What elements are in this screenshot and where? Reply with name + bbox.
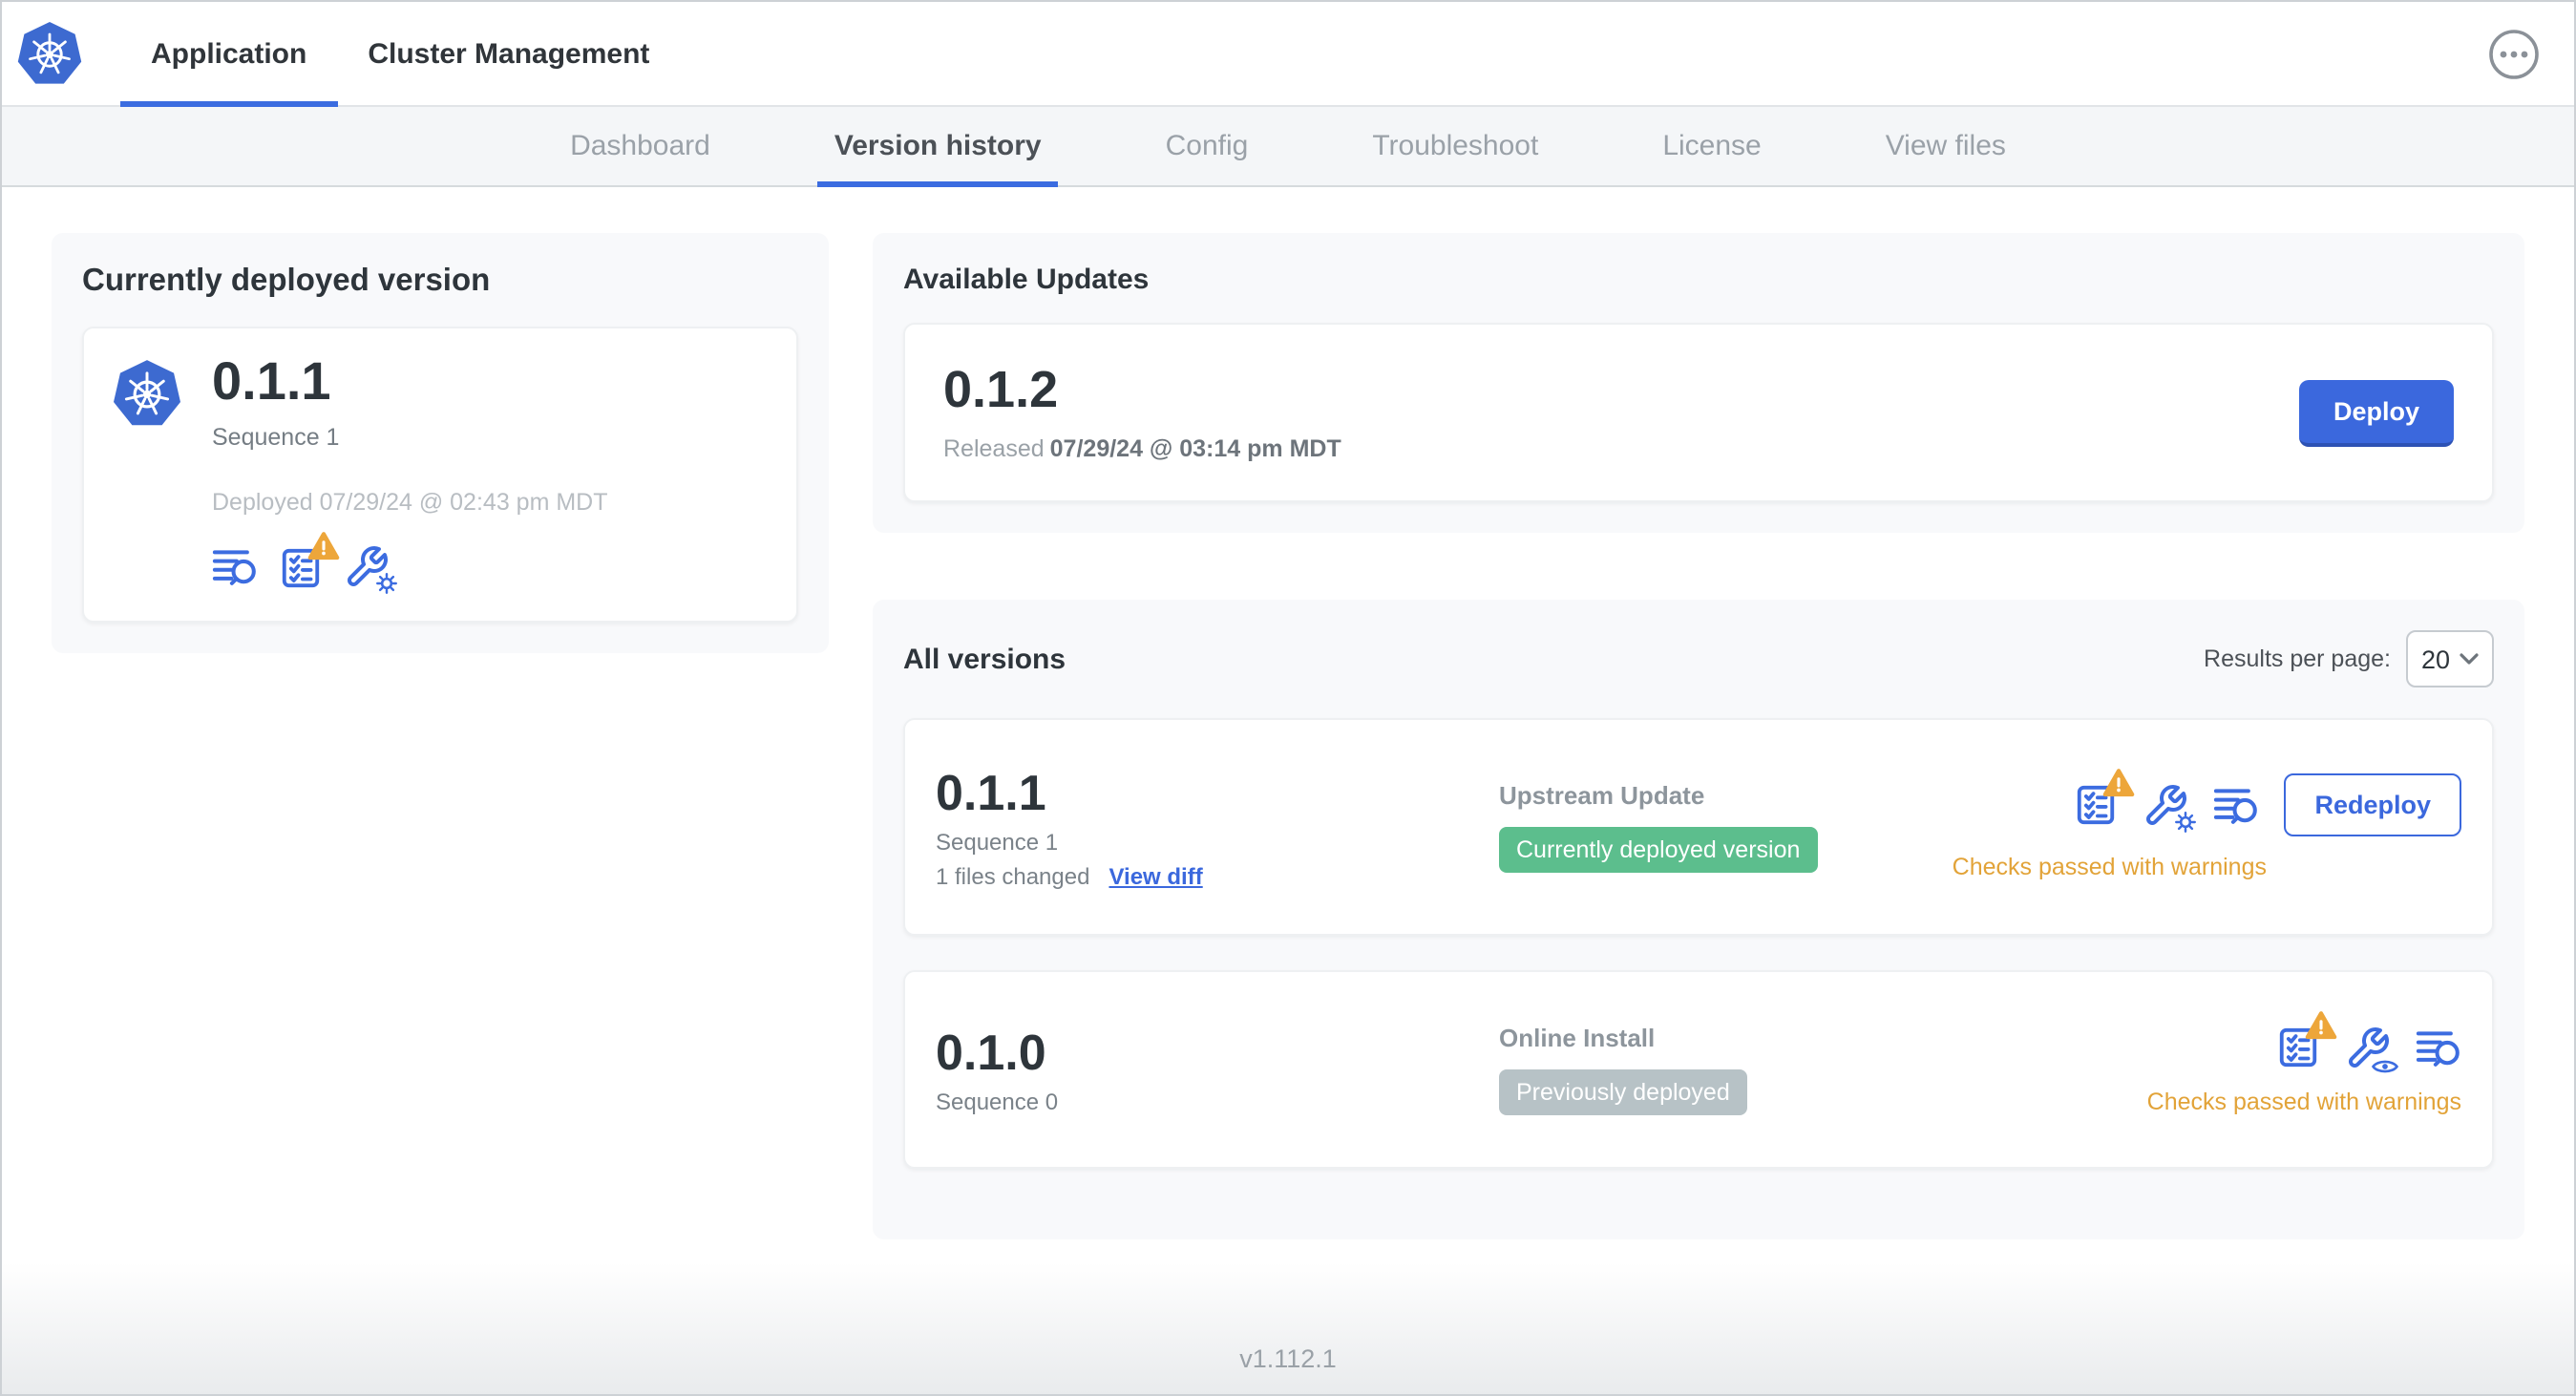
- chevron-down-icon: [2460, 653, 2479, 665]
- current-version-number: 0.1.1: [212, 351, 331, 411]
- admin-console-window: Application Cluster Management Dashboard…: [0, 0, 2576, 1396]
- previously-deployed-badge: Previously deployed: [1499, 1069, 1747, 1115]
- version-row-meta: 0.1.1 Sequence 1 1 files changed View di…: [936, 765, 1499, 889]
- top-navbar: Application Cluster Management: [2, 2, 2574, 107]
- released-label: Released: [943, 435, 1045, 462]
- results-per-page-value: 20: [2421, 645, 2451, 673]
- subnav-view-files[interactable]: View files: [1869, 107, 2023, 185]
- top-tabs: Application Cluster Management: [120, 2, 680, 107]
- eye-icon: [2370, 1055, 2400, 1076]
- view-diff-link[interactable]: View diff: [1109, 862, 1202, 889]
- main-content: Currently deployed version 0.1.1 Sequenc…: [52, 233, 2524, 1239]
- diff-icon[interactable]: [2416, 1026, 2461, 1068]
- version-row-source: Upstream Update Currently deployed versi…: [1499, 781, 1953, 873]
- edit-config-icon[interactable]: [2143, 782, 2199, 834]
- available-updates-card: Available Updates 0.1.2 Released 07/29/24…: [873, 233, 2524, 533]
- update-released-at: Released 07/29/24 @ 03:14 pm MDT: [943, 435, 1341, 462]
- subnav-license[interactable]: License: [1645, 107, 1778, 185]
- all-versions-title: All versions: [903, 643, 1066, 675]
- warning-triangle-icon: [2102, 768, 2135, 798]
- current-version-column: Currently deployed version 0.1.1 Sequenc…: [52, 233, 829, 653]
- current-version-card: Currently deployed version 0.1.1 Sequenc…: [52, 233, 829, 653]
- version-source: Upstream Update: [1499, 781, 1705, 810]
- tab-cluster-management[interactable]: Cluster Management: [337, 2, 680, 105]
- version-sequence: Sequence 0: [936, 1088, 1059, 1114]
- view-config-icon[interactable]: [2345, 1025, 2400, 1076]
- update-version-number: 0.1.2: [943, 361, 1059, 418]
- version-row-source: Online Install Previously deployed: [1499, 1024, 2147, 1115]
- preflight-checks-warning-icon[interactable]: [2074, 783, 2118, 827]
- all-versions-card: All versions Results per page: 20 0.1.1 …: [873, 600, 2524, 1239]
- diff-icon[interactable]: [2213, 784, 2259, 826]
- overflow-menu-button[interactable]: [2488, 29, 2540, 80]
- subnav-config[interactable]: Config: [1149, 107, 1266, 185]
- subnav-troubleshoot[interactable]: Troubleshoot: [1355, 107, 1555, 185]
- version-row-0-1-1: 0.1.1 Sequence 1 1 files changed View di…: [903, 718, 2494, 936]
- gear-icon: [374, 571, 399, 596]
- results-per-page-label: Results per page:: [2204, 645, 2391, 672]
- current-version-actions: [212, 544, 608, 596]
- current-version-sequence: Sequence 1: [212, 424, 340, 451]
- edit-config-icon[interactable]: [344, 544, 399, 596]
- warning-triangle-icon: [307, 530, 340, 561]
- tab-application[interactable]: Application: [120, 2, 337, 107]
- deploy-button[interactable]: Deploy: [2298, 379, 2454, 446]
- versions-column: Available Updates 0.1.2 Released 07/29/24…: [873, 233, 2524, 1239]
- preflight-status-text: Checks passed with warnings: [1952, 854, 2267, 880]
- kubernetes-logo-icon: [16, 19, 83, 85]
- available-updates-title: Available Updates: [903, 264, 1150, 296]
- current-version-detail: 0.1.1 Sequence 1 Deployed 07/29/24 @ 02:…: [82, 327, 798, 623]
- console-version: v1.112.1: [1239, 1344, 1337, 1373]
- subnav-version-history[interactable]: Version history: [816, 107, 1060, 187]
- version-number: 0.1.0: [936, 1023, 1046, 1080]
- app-subnav: Dashboard Version history Config Trouble…: [2, 107, 2574, 187]
- version-row-actions: Redeploy Checks passed with warnings: [1953, 773, 2461, 880]
- released-date: 07/29/24 @ 03:14 pm MDT: [1049, 435, 1341, 462]
- preflight-checks-warning-icon[interactable]: [279, 545, 323, 589]
- deployed-status-badge: Currently deployed version: [1499, 827, 1818, 873]
- results-per-page: Results per page: 20: [2204, 630, 2494, 687]
- current-version-deployed-at: Deployed 07/29/24 @ 02:43 pm MDT: [212, 489, 608, 516]
- current-version-title: Currently deployed version: [82, 264, 491, 298]
- ellipsis-icon: [2489, 30, 2539, 79]
- preflight-status-text: Checks passed with warnings: [2146, 1088, 2461, 1114]
- version-number: 0.1.1: [936, 763, 1046, 820]
- version-sequence: Sequence 1: [936, 828, 1059, 855]
- files-changed: 1 files changed: [936, 862, 1090, 889]
- page-footer: v1.112.1: [2, 1262, 2574, 1394]
- available-update-row: 0.1.2 Released 07/29/24 @ 03:14 pm MDT De…: [903, 323, 2494, 502]
- version-row-actions: Checks passed with warnings: [2147, 1025, 2461, 1114]
- results-per-page-select[interactable]: 20: [2406, 630, 2494, 687]
- gear-icon: [2173, 809, 2199, 834]
- kubernetes-app-icon: [112, 358, 182, 427]
- version-source: Online Install: [1499, 1024, 1656, 1052]
- all-versions-header: All versions Results per page: 20: [903, 630, 2494, 687]
- redeploy-button[interactable]: Redeploy: [2284, 773, 2461, 836]
- version-row-0-1-0: 0.1.0 Sequence 0 Online Install Previous…: [903, 970, 2494, 1169]
- subnav-dashboard[interactable]: Dashboard: [553, 107, 728, 185]
- version-row-meta: 0.1.0 Sequence 0: [936, 1025, 1499, 1114]
- warning-triangle-icon: [2305, 1010, 2337, 1041]
- diff-icon[interactable]: [212, 546, 258, 588]
- preflight-checks-warning-icon[interactable]: [2276, 1026, 2320, 1069]
